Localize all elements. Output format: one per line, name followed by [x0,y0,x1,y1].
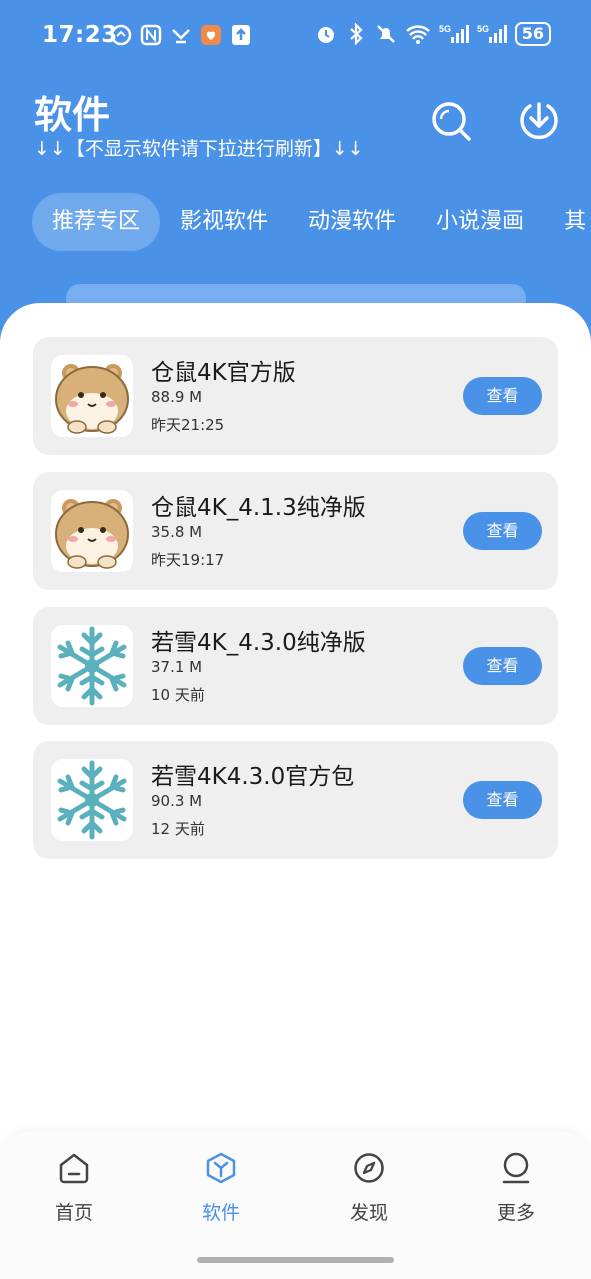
view-button[interactable]: 查看 [463,781,542,819]
speed-icon [110,24,132,46]
list-item[interactable]: 仓鼠4K_4.1.3纯净版 35.8 M 昨天19:17 查看 [33,472,558,590]
search-icon[interactable] [430,100,472,142]
page-title: 软件 [34,93,111,137]
nav-label: 软件 [201,1202,240,1224]
app-thumbnail [51,759,133,841]
list-item[interactable]: 仓鼠4K官方版 88.9 M 昨天21:25 查看 [33,337,558,455]
mute-icon [376,25,395,43]
svg-text:5G: 5G [477,24,489,34]
app-updated-time: 昨天19:17 [151,551,225,569]
bluetooth-icon [349,23,363,45]
status-bar: 17:23 5G 5G 56 [0,0,591,76]
cube-icon [206,1152,236,1184]
svg-text:5G: 5G [439,24,451,34]
view-button[interactable]: 查看 [463,377,542,415]
status-left-icons [110,24,252,46]
app-name: 若雪4K4.3.0官方包 [151,764,355,790]
home-icon [59,1153,89,1184]
list-item[interactable]: 若雪4K_4.3.0纯净版 37.1 M 10 天前 查看 [33,607,558,725]
user-icon [502,1152,530,1184]
compass-icon [354,1153,384,1183]
nav-discover[interactable]: 发现 [319,1151,419,1225]
nav-label: 发现 [349,1202,388,1224]
nav-home[interactable]: 首页 [24,1151,124,1225]
app-updated-time: 10 天前 [151,686,205,704]
app-thumbnail [51,355,133,437]
app-name: 若雪4K_4.3.0纯净版 [151,630,366,656]
tab-video-apps[interactable]: 影视软件 [160,193,288,251]
tab-other[interactable]: 其 [544,193,591,251]
app-updated-time: 12 天前 [151,820,205,838]
app-size: 88.9 M [151,388,203,406]
home-indicator[interactable] [197,1257,394,1263]
app-size: 37.1 M [151,658,203,676]
refresh-hint: ↓↓【不显示软件请下拉进行刷新】↓↓ [34,138,364,160]
tab-novel-comics[interactable]: 小说漫画 [416,193,544,251]
view-button[interactable]: 查看 [463,647,542,685]
tab-anime-apps[interactable]: 动漫软件 [288,193,416,251]
list-item[interactable]: 若雪4K4.3.0官方包 90.3 M 12 天前 查看 [33,741,558,859]
hamster-icon [55,364,129,434]
app-name: 仓鼠4K_4.1.3纯净版 [151,495,366,521]
snowflake-icon [57,626,127,706]
app-thumbnail [51,490,133,572]
game-icon [172,29,190,44]
alarm-icon [317,27,334,43]
shield-app-icon [201,25,221,45]
hamster-icon [55,499,129,569]
view-button[interactable]: 查看 [463,512,542,550]
app-updated-time: 昨天21:25 [151,416,225,434]
battery-indicator: 56 [514,22,551,46]
signal-5g-icon: 5G [477,24,507,43]
nfc-icon [140,24,162,46]
nav-software[interactable]: 软件 [171,1151,271,1225]
snowflake-icon [57,760,127,840]
nav-more[interactable]: 更多 [466,1151,566,1225]
status-right-icons: 5G 5G 56 [315,22,551,46]
app-thumbnail [51,625,133,707]
status-time: 17:23 [42,22,118,48]
header: 17:23 5G 5G 56 软件 ↓↓【不显示软件请下拉进行刷新】↓↓ 推荐专… [0,0,591,340]
nav-label: 首页 [54,1202,93,1224]
app-size: 35.8 M [151,523,203,541]
signal-5g-icon: 5G [439,24,469,43]
download-icon[interactable] [518,100,560,142]
app-name: 仓鼠4K官方版 [151,360,296,386]
upload-icon [232,25,250,45]
nav-label: 更多 [496,1202,535,1224]
app-size: 90.3 M [151,792,203,810]
wifi-icon [405,25,430,44]
tab-recommended[interactable]: 推荐专区 [32,193,161,251]
category-tabs: 推荐专区 影视软件 动漫软件 小说漫画其 [32,193,591,251]
